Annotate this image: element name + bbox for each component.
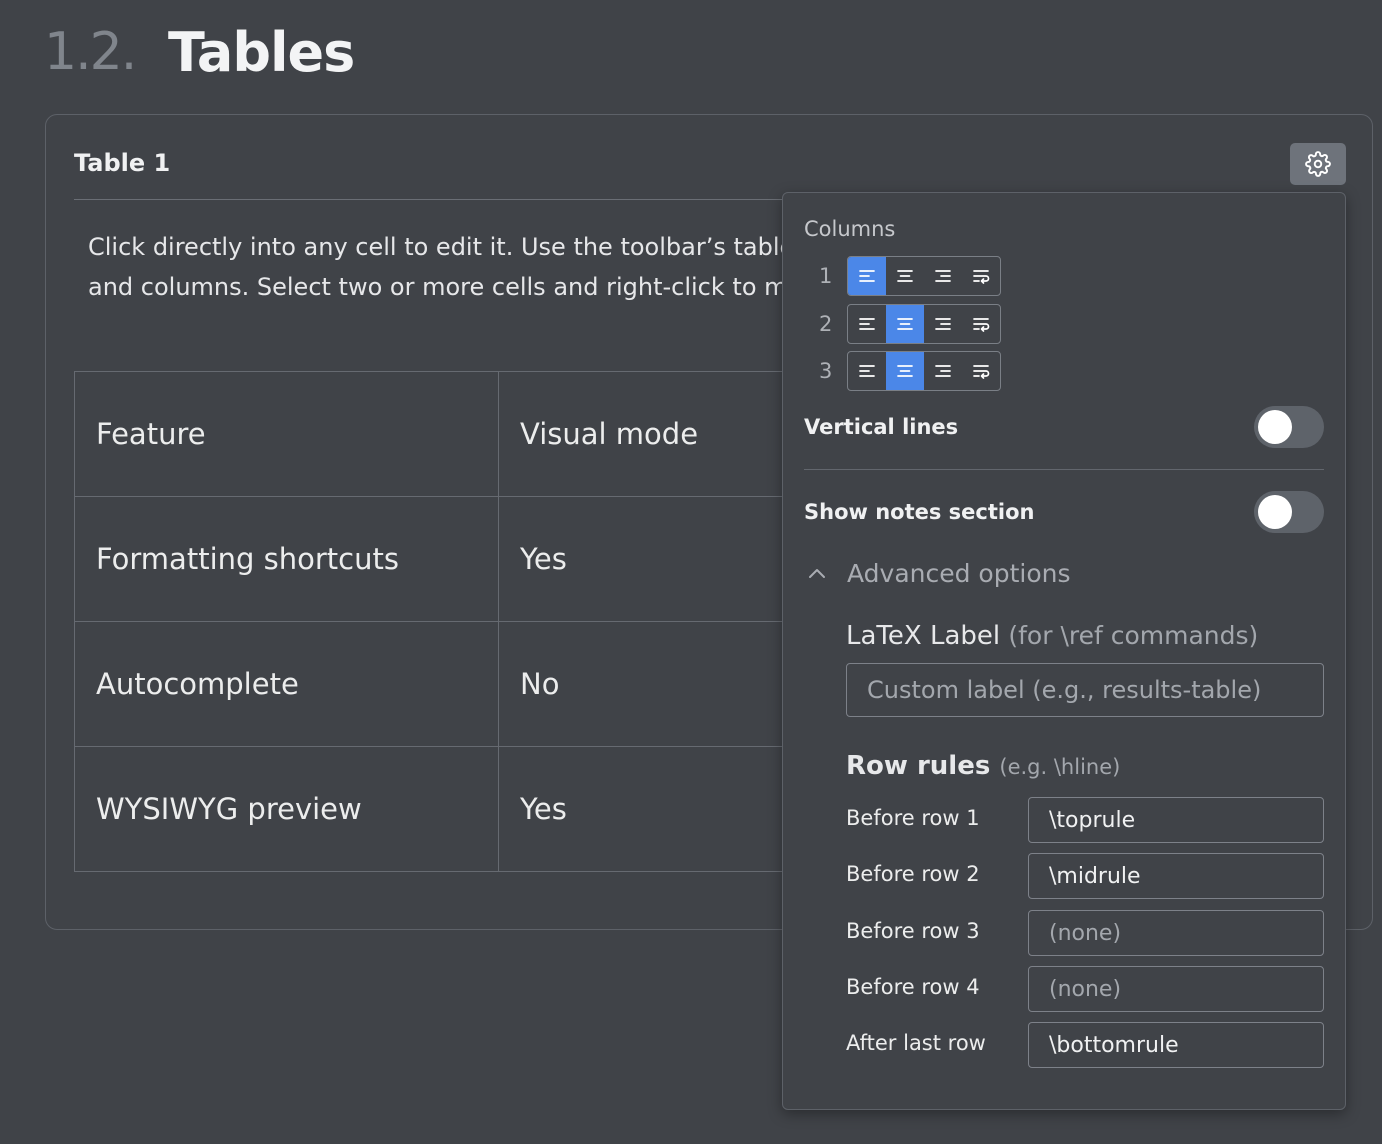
- column-number: 3: [819, 359, 833, 383]
- align-left-button[interactable]: [848, 257, 886, 295]
- vertical-lines-toggle[interactable]: [1254, 406, 1324, 448]
- section-number: 1.2.: [44, 22, 137, 82]
- align-right-icon: [932, 314, 954, 334]
- align-left-icon: [856, 361, 878, 381]
- column-alignment-row: 1: [819, 256, 1001, 296]
- align-right-icon: [932, 266, 954, 286]
- align-right-icon: [932, 361, 954, 381]
- table-settings-popover: Columns 1 2 3 Vertical lines Show notes …: [782, 192, 1346, 1110]
- vertical-lines-label: Vertical lines: [804, 415, 959, 439]
- latex-label-heading: LaTeX Label (for \ref commands): [846, 621, 1258, 651]
- show-notes-label: Show notes section: [804, 500, 1035, 524]
- advanced-options-toggle[interactable]: Advanced options: [807, 559, 1071, 588]
- toggle-knob: [1258, 495, 1292, 529]
- instructions-text: Click directly into any cell to edit it.…: [88, 227, 798, 307]
- table-cell[interactable]: Feature: [74, 371, 499, 497]
- align-wrap-button[interactable]: [962, 352, 1000, 390]
- align-center-button[interactable]: [886, 305, 924, 343]
- align-right-button[interactable]: [924, 305, 962, 343]
- column-alignment-row: 3: [819, 351, 1001, 391]
- column-number: 2: [819, 312, 833, 336]
- row-rule-label: Before row 2: [846, 862, 980, 886]
- table-cell[interactable]: Formatting shortcuts: [74, 496, 499, 622]
- align-left-icon: [856, 314, 878, 334]
- align-wrap-icon: [970, 266, 992, 286]
- table-caption: Table 1: [74, 149, 171, 177]
- row-rule-input[interactable]: [1028, 966, 1324, 1012]
- latex-label-hint: (for \ref commands): [1008, 621, 1259, 650]
- section-title: Tables: [168, 20, 355, 84]
- row-rule-label: Before row 3: [846, 919, 980, 943]
- row-rule-label: Before row 4: [846, 975, 980, 999]
- align-center-button[interactable]: [886, 352, 924, 390]
- align-wrap-icon: [970, 361, 992, 381]
- row-rules-text: Row rules: [846, 751, 991, 781]
- align-wrap-button[interactable]: [962, 305, 1000, 343]
- instructions-line: and columns. Select two or more cells an…: [88, 273, 798, 301]
- column-alignment-row: 2: [819, 304, 1001, 344]
- align-left-button[interactable]: [848, 305, 886, 343]
- alignment-group: [847, 351, 1001, 391]
- gear-icon: [1305, 151, 1331, 177]
- row-rule-input[interactable]: [1028, 910, 1324, 956]
- row-rule-label: Before row 1: [846, 806, 980, 830]
- align-left-icon: [856, 266, 878, 286]
- row-rule-input[interactable]: [1028, 853, 1324, 899]
- row-rule-label: After last row: [846, 1031, 986, 1055]
- latex-label-input[interactable]: [846, 663, 1324, 717]
- table-cell[interactable]: Autocomplete: [74, 621, 499, 747]
- row-rules-heading: Row rules (e.g. \hline): [846, 751, 1120, 781]
- instructions-line: Click directly into any cell to edit it.…: [88, 233, 798, 261]
- chevron-up-icon: [809, 568, 825, 578]
- section-heading: 1.2. Tables: [44, 14, 355, 90]
- column-number: 1: [819, 264, 833, 288]
- align-center-icon: [894, 266, 916, 286]
- row-rule-input[interactable]: [1028, 797, 1324, 843]
- row-rule-input[interactable]: [1028, 1022, 1324, 1068]
- columns-label: Columns: [804, 217, 896, 241]
- align-center-button[interactable]: [886, 257, 924, 295]
- show-notes-toggle[interactable]: [1254, 491, 1324, 533]
- row-rules-hint: (e.g. \hline): [999, 755, 1121, 779]
- align-right-button[interactable]: [924, 352, 962, 390]
- alignment-group: [847, 256, 1001, 296]
- align-left-button[interactable]: [848, 352, 886, 390]
- divider: [804, 469, 1324, 470]
- align-center-icon: [894, 314, 916, 334]
- latex-label-text: LaTeX Label: [846, 621, 1001, 651]
- table-settings-button[interactable]: [1290, 143, 1346, 185]
- alignment-group: [847, 304, 1001, 344]
- advanced-options-label: Advanced options: [847, 559, 1071, 588]
- align-wrap-button[interactable]: [962, 257, 1000, 295]
- align-wrap-icon: [970, 314, 992, 334]
- table-cell[interactable]: WYSIWYG preview: [74, 746, 499, 872]
- align-center-icon: [894, 361, 916, 381]
- align-right-button[interactable]: [924, 257, 962, 295]
- toggle-knob: [1258, 410, 1292, 444]
